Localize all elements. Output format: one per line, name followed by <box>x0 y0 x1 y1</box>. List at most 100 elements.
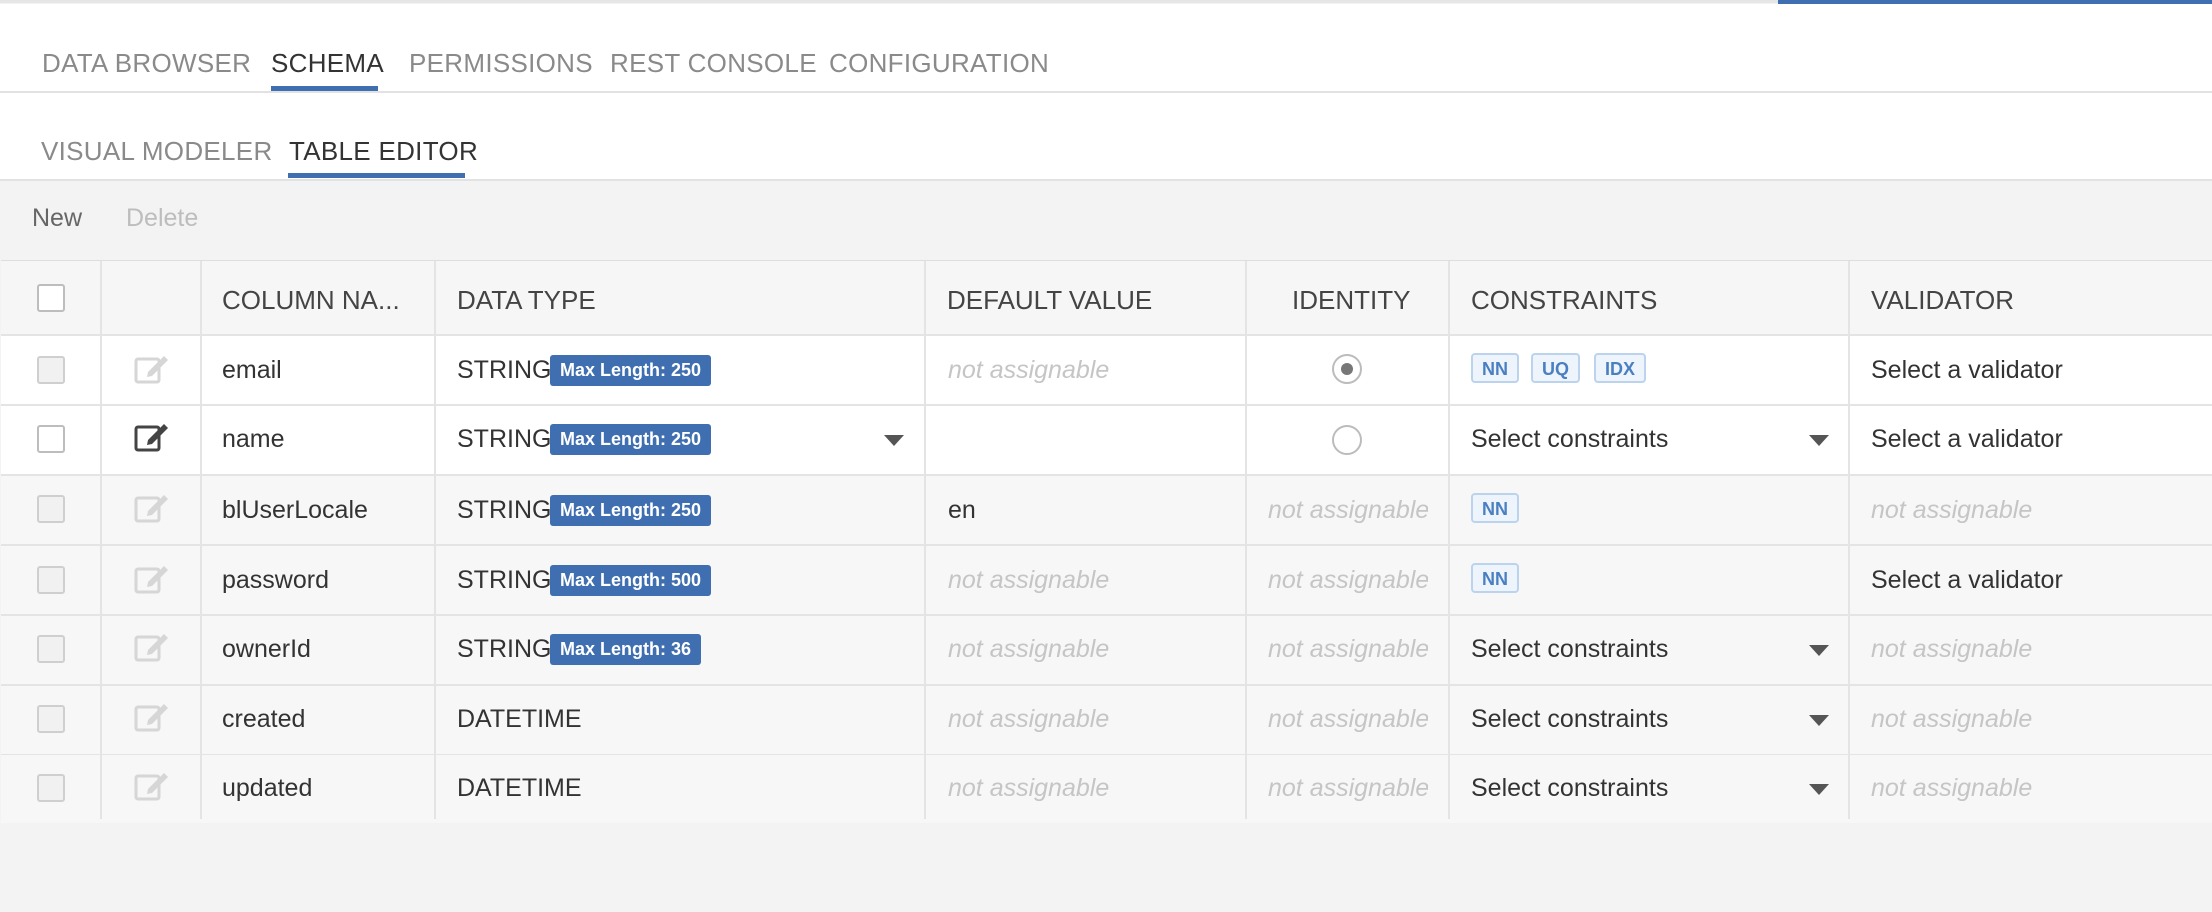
header-data-type[interactable]: DATA TYPE <box>457 285 596 316</box>
constraint-tag-nn: NN <box>1471 493 1519 523</box>
table-row[interactable]: blUserLocale STRING Max Length: 250 en n… <box>1 476 2212 546</box>
header-identity[interactable]: IDENTITY <box>1292 285 1410 316</box>
data-type: DATETIME <box>457 774 582 802</box>
table-row[interactable]: created DATETIME not assignable not assi… <box>1 686 2212 756</box>
tab-configuration[interactable]: CONFIGURATION <box>829 48 1049 79</box>
default-value: not assignable <box>948 705 1110 733</box>
column-name: blUserLocale <box>222 496 368 524</box>
identity-radio[interactable] <box>1332 425 1362 455</box>
edit-icon[interactable] <box>134 700 170 732</box>
column-name: email <box>222 356 282 384</box>
max-length-badge: Max Length: 250 <box>550 495 712 526</box>
max-length-badge: Max Length: 250 <box>550 424 712 455</box>
column-divider <box>434 261 436 819</box>
validator-value: not assignable <box>1871 705 2033 733</box>
row-checkbox[interactable] <box>37 566 65 594</box>
constraints-select[interactable]: Select constraints <box>1471 705 1668 734</box>
max-length-badge: Max Length: 36 <box>550 634 702 665</box>
validator-value: not assignable <box>1871 496 2033 524</box>
data-type: STRING <box>457 566 552 594</box>
tab-rest-console[interactable]: REST CONSOLE <box>610 48 817 79</box>
edit-icon[interactable] <box>134 420 170 452</box>
tab-schema-underline <box>271 86 378 91</box>
validator-select[interactable]: Select a validator <box>1871 566 2063 595</box>
row-checkbox[interactable] <box>37 425 65 453</box>
column-divider <box>1448 261 1450 819</box>
table-row[interactable]: ownerId STRING Max Length: 36 not assign… <box>1 616 2212 686</box>
tab-table-editor[interactable]: TABLE EDITOR <box>289 136 478 167</box>
caret-down-icon[interactable] <box>1809 715 1829 726</box>
new-button[interactable]: New <box>32 204 82 233</box>
column-divider <box>100 261 102 819</box>
tab-schema[interactable]: SCHEMA <box>271 48 384 79</box>
data-type: STRING <box>457 425 552 453</box>
data-type: STRING <box>457 356 552 384</box>
table-row[interactable]: email STRING Max Length: 250 not assigna… <box>1 336 2212 406</box>
identity-value: not assignable <box>1268 566 1428 594</box>
validator-value: not assignable <box>1871 774 2033 802</box>
constraint-tag-nn: NN <box>1471 353 1519 383</box>
caret-down-icon[interactable] <box>1809 784 1829 795</box>
validator-select[interactable]: Select a validator <box>1871 425 2063 454</box>
row-checkbox[interactable] <box>37 635 65 663</box>
max-length-badge: Max Length: 250 <box>550 355 712 386</box>
tab-table-editor-underline <box>288 173 465 178</box>
constraint-tag-uq: UQ <box>1531 353 1580 383</box>
identity-radio[interactable] <box>1332 354 1362 384</box>
table-header: COLUMN NA... DATA TYPE DEFAULT VALUE IDE… <box>1 261 2212 336</box>
validator-select[interactable]: Select a validator <box>1871 356 2063 385</box>
column-divider <box>924 261 926 819</box>
table-row[interactable]: password STRING Max Length: 500 not assi… <box>1 546 2212 616</box>
column-name: name <box>222 425 285 453</box>
delete-button[interactable]: Delete <box>126 204 198 233</box>
column-divider <box>1848 261 1850 819</box>
row-checkbox[interactable] <box>37 705 65 733</box>
identity-value: not assignable <box>1268 635 1428 663</box>
edit-icon[interactable] <box>134 630 170 662</box>
default-value: not assignable <box>948 774 1110 802</box>
header-constraints[interactable]: CONSTRAINTS <box>1471 285 1657 316</box>
tab-visual-modeler[interactable]: VISUAL MODELER <box>41 136 273 167</box>
caret-down-icon[interactable] <box>1809 645 1829 656</box>
constraints-select[interactable]: Select constraints <box>1471 774 1668 803</box>
constraint-tag-nn: NN <box>1471 563 1519 593</box>
max-length-badge: Max Length: 500 <box>550 565 712 596</box>
edit-icon[interactable] <box>134 769 170 801</box>
data-type: STRING <box>457 496 552 524</box>
column-divider <box>200 261 202 819</box>
main-tab-bar: DATA BROWSER SCHEMA PERMISSIONS REST CON… <box>0 4 2212 93</box>
edit-icon[interactable] <box>134 491 170 523</box>
column-name: ownerId <box>222 635 311 663</box>
column-divider <box>1245 261 1247 819</box>
caret-down-icon[interactable] <box>1809 435 1829 446</box>
tab-data-browser[interactable]: DATA BROWSER <box>42 48 251 79</box>
toolbar <box>0 181 2212 261</box>
constraints-select[interactable]: Select constraints <box>1471 425 1668 454</box>
row-checkbox[interactable] <box>37 356 65 384</box>
constraints-select[interactable]: Select constraints <box>1471 635 1668 664</box>
table-editor-grid: COLUMN NA... DATA TYPE DEFAULT VALUE IDE… <box>1 260 2212 823</box>
header-default-value[interactable]: DEFAULT VALUE <box>947 285 1152 316</box>
table-row[interactable]: updated DATETIME not assignable not assi… <box>1 755 2212 823</box>
column-name: created <box>222 705 306 733</box>
caret-down-icon[interactable] <box>884 435 904 446</box>
constraint-tag-idx: IDX <box>1594 353 1647 383</box>
header-column-name[interactable]: COLUMN NA... <box>222 285 432 316</box>
header-validator[interactable]: VALIDATOR <box>1871 285 2014 316</box>
column-name: password <box>222 566 329 594</box>
row-checkbox[interactable] <box>37 495 65 523</box>
identity-value: not assignable <box>1268 705 1428 733</box>
validator-value: not assignable <box>1871 635 2033 663</box>
row-checkbox[interactable] <box>37 774 65 802</box>
edit-icon[interactable] <box>134 562 170 594</box>
select-all-checkbox[interactable] <box>37 284 65 312</box>
sub-tab-bar: VISUAL MODELER TABLE EDITOR <box>0 93 2212 181</box>
tab-permissions[interactable]: PERMISSIONS <box>409 48 593 79</box>
edit-icon[interactable] <box>134 352 170 384</box>
identity-value: not assignable <box>1268 496 1428 524</box>
table-row[interactable]: name STRING Max Length: 250 Select const… <box>1 406 2212 476</box>
default-value: en <box>948 496 976 524</box>
data-type: DATETIME <box>457 705 582 733</box>
data-type: STRING <box>457 635 552 663</box>
default-value: not assignable <box>948 566 1110 594</box>
